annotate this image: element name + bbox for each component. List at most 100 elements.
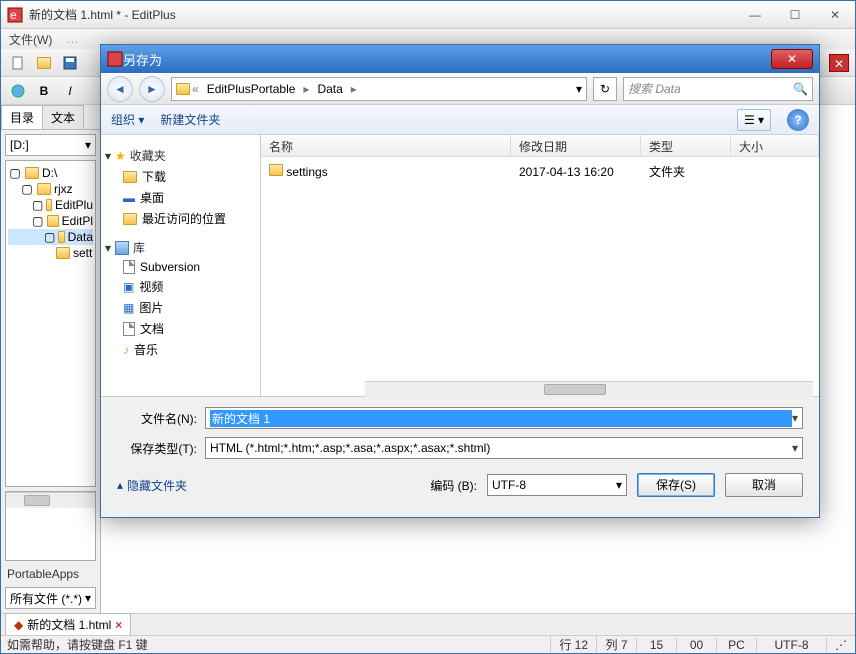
list-item[interactable]: settings 2017-04-13 16:20 文件夹 [261, 157, 819, 186]
search-placeholder: 搜索 Data [628, 80, 681, 97]
chevron-down-icon[interactable]: ▾ [792, 441, 798, 455]
nav-subversion[interactable]: Subversion [140, 260, 200, 274]
italic-button[interactable]: I [59, 80, 81, 102]
status-mode: PC [716, 638, 756, 652]
search-input[interactable]: 搜索 Data 🔍 [623, 77, 813, 101]
doc-tab[interactable]: ◆ 新的文档 1.html × [5, 613, 131, 635]
libraries-group[interactable]: 库 [133, 239, 145, 256]
tree-node[interactable]: rjxz [54, 182, 73, 196]
nav-back-button[interactable]: ◄ [107, 76, 133, 102]
folder-icon [46, 199, 52, 211]
crumb[interactable]: EditPlusPortable [201, 82, 302, 96]
tree-node[interactable]: sett [73, 246, 92, 260]
savetype-label: 保存类型(T): [117, 440, 197, 457]
folder-tree[interactable]: ▢ D:\ ▢ rjxz ▢ EditPlu ▢ EditPl ▢ Data sett [5, 160, 96, 487]
nav-desktop[interactable]: 桌面 [140, 189, 164, 206]
collapse-icon[interactable]: ▾ [105, 241, 111, 255]
chevron-right-icon: « [192, 82, 199, 96]
open-file-button[interactable] [33, 52, 55, 74]
filename-field[interactable]: 新的文档 1 ▾ [205, 407, 803, 429]
sidebar: 目录 文本 [D:] ▾ ▢ D:\ ▢ rjxz ▢ EditPlu ▢ EditPl… [1, 105, 101, 613]
dialog-close-button[interactable]: ✕ [771, 49, 813, 69]
close-button[interactable]: ✕ [821, 8, 849, 22]
dialog-nav-tree[interactable]: ▾★收藏夹 下载 ▬桌面 最近访问的位置 ▾库 Subversion ▣视频 ▦… [101, 135, 261, 396]
file-listing[interactable]: 名称 修改日期 类型 大小 settings 2017-04-13 16:20 … [261, 135, 819, 396]
col-name[interactable]: 名称 [261, 135, 511, 156]
refresh-button[interactable]: ↻ [593, 77, 617, 101]
favorites-group[interactable]: 收藏夹 [130, 147, 166, 164]
view-mode-button[interactable]: ☰ ▾ [737, 109, 771, 131]
folder-icon [25, 167, 39, 179]
save-button[interactable]: 保存(S) [637, 473, 715, 497]
nav-music[interactable]: 音乐 [134, 341, 158, 358]
menu-file[interactable]: 文件(W) [9, 31, 52, 48]
status-line: 行 12 [550, 636, 596, 653]
col-size[interactable]: 大小 [731, 135, 819, 156]
nav-downloads[interactable]: 下载 [142, 168, 166, 185]
filename-label: 文件名(N): [117, 410, 197, 427]
browser-icon[interactable] [7, 80, 29, 102]
item-date: 2017-04-13 16:20 [511, 163, 641, 181]
drive-combo[interactable]: [D:] ▾ [5, 134, 96, 156]
dialog-titlebar[interactable]: 另存为 ✕ [101, 45, 819, 73]
doc-tab-label: 新的文档 1.html [27, 616, 111, 633]
expand-icon[interactable]: ▢ [44, 230, 55, 244]
bold-button[interactable]: B [33, 80, 55, 102]
portableapps-label: PortableApps [1, 565, 100, 583]
tree-node[interactable]: Data [68, 230, 93, 244]
status-encoding: UTF-8 [756, 638, 826, 652]
new-folder-button[interactable]: 新建文件夹 [160, 111, 220, 128]
window-title: 新的文档 1.html * - EditPlus [29, 6, 741, 23]
cancel-button[interactable]: 取消 [725, 473, 803, 497]
chevron-up-icon: ▴ [117, 478, 123, 492]
save-button[interactable] [59, 52, 81, 74]
h-scrollbar[interactable] [365, 381, 813, 396]
expand-icon[interactable]: ▢ [32, 198, 43, 212]
help-button[interactable]: ? [787, 109, 809, 131]
file-filter-combo[interactable]: 所有文件 (*.*) ▾ [5, 587, 96, 609]
folder-icon [58, 231, 64, 243]
tree-node[interactable]: D:\ [42, 166, 57, 180]
folder-icon [37, 183, 51, 195]
crumb[interactable]: Data [311, 82, 348, 96]
folder-icon [123, 171, 137, 183]
tree-node[interactable]: EditPlu [55, 198, 93, 212]
hide-folders-toggle[interactable]: ▴隐藏文件夹 [117, 477, 187, 494]
nav-documents[interactable]: 文档 [140, 320, 164, 337]
tree-node[interactable]: EditPl [62, 214, 93, 228]
expand-icon[interactable]: ▢ [8, 166, 22, 180]
nav-recent[interactable]: 最近访问的位置 [142, 210, 226, 227]
chevron-down-icon[interactable]: ▾ [576, 82, 582, 96]
doc-icon [123, 322, 135, 336]
minimize-button[interactable]: — [741, 8, 769, 22]
organize-menu[interactable]: 组织 ▾ [111, 111, 144, 128]
savetype-field[interactable]: HTML (*.html;*.htm;*.asp;*.asa;*.aspx;*.… [205, 437, 803, 459]
tab-text[interactable]: 文本 [42, 105, 84, 129]
music-icon: ♪ [123, 343, 129, 357]
chevron-down-icon[interactable]: ▾ [792, 411, 798, 425]
nav-forward-button[interactable]: ► [139, 76, 165, 102]
nav-video[interactable]: 视频 [139, 278, 163, 295]
resize-grip[interactable]: ⋰ [826, 638, 855, 652]
encoding-field[interactable]: UTF-8 ▾ [487, 474, 627, 496]
h-scrollbar[interactable] [6, 492, 95, 508]
panel-close-button[interactable]: ✕ [829, 54, 849, 72]
statusbar: 如需帮助，请按键盘 F1 键 行 12 列 7 15 00 PC UTF-8 ⋰ [1, 635, 855, 653]
nav-pictures[interactable]: 图片 [139, 299, 163, 316]
file-list[interactable] [5, 491, 96, 561]
folder-icon [123, 213, 137, 225]
drive-label: [D:] [10, 138, 29, 152]
chevron-down-icon[interactable]: ▾ [616, 478, 622, 492]
main-titlebar[interactable]: e 新的文档 1.html * - EditPlus — ☐ ✕ [1, 1, 855, 29]
new-file-button[interactable] [7, 52, 29, 74]
collapse-icon[interactable]: ▾ [105, 149, 111, 163]
expand-icon[interactable]: ▢ [32, 214, 44, 228]
tab-directory[interactable]: 目录 [1, 105, 43, 129]
expand-icon[interactable]: ▢ [20, 182, 34, 196]
breadcrumb[interactable]: « EditPlusPortable ▸ Data ▸ ▾ [171, 77, 587, 101]
maximize-button[interactable]: ☐ [781, 8, 809, 22]
item-size [731, 170, 819, 174]
col-date[interactable]: 修改日期 [511, 135, 641, 156]
col-type[interactable]: 类型 [641, 135, 731, 156]
tab-close-icon[interactable]: × [115, 618, 122, 632]
